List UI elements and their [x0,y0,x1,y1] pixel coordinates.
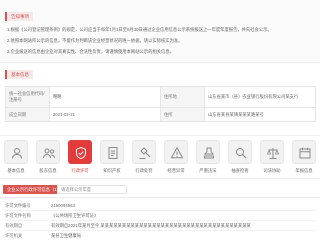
shield-icon [68,140,92,164]
tab-administrative-license[interactable]: 行政许可 [64,136,96,180]
info-value: 山东省某市（县）农业银行股份有限公司某支行 [204,86,316,108]
tab-spot-check[interactable]: 抽查检查 [224,136,256,180]
tab-label: 经营异常 [167,168,185,173]
tab-intellectual-property[interactable]: 知识产权 [96,136,128,180]
detail-key: 许可机关 [5,233,23,238]
info-label: 住所地 [160,86,205,108]
tab-label: 基本信息 [7,168,25,173]
tab-abnormal-operation[interactable]: 经营异常 [160,136,192,180]
document-icon [100,140,124,164]
notice-line-3: 3.企业报送的信息由企业对其真实性、合法性负责，请谨慎使用本网站公示的相关信息。 [7,49,174,54]
search-icon [228,140,252,164]
detail-key: 有效期自 [5,223,23,228]
profile-icon [4,140,28,164]
basic-info-row: 统一社会信用代码/注册号 略略 住所地 山东省某市（县）农业银行股份有限公司某支… [5,86,316,108]
tab-label: 抽查检查 [231,168,249,173]
year-select[interactable]: 请选择公示年度 [57,185,127,194]
detail-row: 许可文件编号 2150094563 [5,201,316,211]
warning-icon [164,140,188,164]
balance-icon [260,140,284,164]
basic-info-row: 成立日期 2021-02-21 住所 山东省某县某镇某某某路某号 [5,107,316,122]
detail-row: 许可机关 某县卫生健康局 [5,231,316,240]
tab-label: 严重违法 [199,168,217,173]
info-label: 住所 [160,107,205,122]
people-icon [36,140,60,164]
info-label: 成立日期 [5,107,50,122]
info-value: 山东省某县某镇某某某路某号 [204,107,316,122]
notice-line-2: 2.依照本网站所公示的信息，不能作为判断该企业经营状况的唯一依据，请以实际核实为… [7,38,183,43]
detail-subtab-enterprise-license[interactable]: 企业公示行政许可信息（1） [3,185,65,194]
info-value: 2021-02-21 [49,107,161,122]
info-value: 略略 [49,86,161,108]
gavel-icon [132,140,156,164]
basic-info-section-tag: 基本信息 [5,70,33,79]
license-detail-section: 企业公示行政许可信息（1） 请选择公示年度 许可文件编号 2150094563 … [0,179,320,240]
divider [0,197,320,198]
stamp-icon [196,140,220,164]
detail-key: 许可文件编号 [5,203,31,208]
tab-label: 知识产权 [103,168,121,173]
tab-label: 行政处罚 [135,168,153,173]
tab-judicial-assistance[interactable]: 司法协助 [256,136,288,180]
tab-basic-info[interactable]: 基本信息 [0,136,32,180]
notice-section: 告知事项 1.根据《公司登记管理条例》的规定，公司应当于每年1月1日至6月30日… [0,0,320,63]
detail-value: 《公共场所卫生许可证》 [51,213,99,218]
detail-value: 2150094563 [51,203,75,208]
info-label: 统一社会信用代码/注册号 [5,86,50,108]
calendar-icon [292,140,316,164]
tab-annual-report[interactable]: 年报信息 [288,136,320,180]
tab-label: 司法协助 [263,168,281,173]
notice-section-tag: 告知事项 [5,12,33,21]
tab-serious-violation[interactable]: 严重违法 [192,136,224,180]
category-tab-bar: 基本信息 股东信息 行政许可 知识产权 行政处罚 经营异常 严重违法 抽查检查 … [0,135,320,179]
detail-key: 许可文件名称 [5,213,31,218]
basic-info-section: 基本信息 统一社会信用代码/注册号 略略 住所地 山东省某市（县）农业银行股份有… [0,63,320,135]
detail-value: 某县卫生健康局 [51,233,82,238]
tab-shareholders[interactable]: 股东信息 [32,136,64,180]
tab-label: 行政许可 [71,168,89,173]
detail-value: 有效期自2021年某月至今 某某某某某某某某某某某某某某某某某某某某某某某某某某… [51,223,251,228]
detail-row: 有效期自 有效期自2021年某月至今 某某某某某某某某某某某某某某某某某某某某某… [5,221,316,231]
tab-administrative-penalty[interactable]: 行政处罚 [128,136,160,180]
detail-row: 许可文件名称 《公共场所卫生许可证》 [5,211,316,221]
basic-info-table: 统一社会信用代码/注册号 略略 住所地 山东省某市（县）农业银行股份有限公司某支… [5,86,316,122]
tab-label: 年报信息 [295,168,313,173]
tab-label: 股东信息 [39,168,57,173]
notice-line-1: 1.根据《公司登记管理条例》的规定，公司应当于每年1月1日至6月30日通过企业信… [7,27,272,32]
